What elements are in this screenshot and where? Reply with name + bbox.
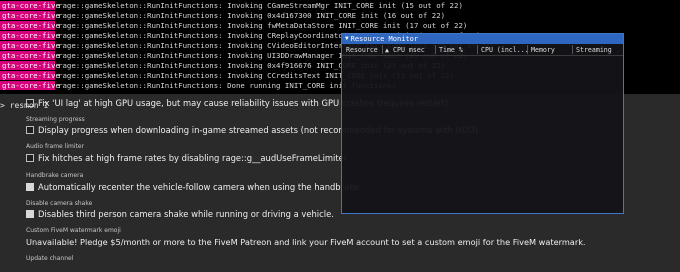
settings-category-label: Custom FiveM watermark emoji xyxy=(26,227,121,234)
log-channel-tag: gta-core-five xyxy=(0,1,60,10)
log-channel-tag: gta-core-five xyxy=(0,61,60,70)
collapse-triangle-icon[interactable]: ▼ xyxy=(345,34,349,44)
resource-monitor-window[interactable]: ▼ Resource Monitor Resource ▲ CPU msec T… xyxy=(341,33,624,214)
column-time-percent[interactable]: Time % xyxy=(439,46,463,54)
console-log-line: gta-core-fiverage::gameSkeleton::RunInit… xyxy=(0,1,463,10)
resource-monitor-table-header: Resource ▲ CPU msec Time % CPU (incl... … xyxy=(342,44,623,56)
settings-checkbox-option[interactable]: Fix hitches at high frame rates by disab… xyxy=(26,153,347,163)
column-streaming[interactable]: Streaming xyxy=(576,46,612,54)
watermark-unavailable-notice: Unavailable! Pledge $5/month or more to … xyxy=(26,237,586,247)
resource-monitor-table-body xyxy=(342,56,623,213)
log-channel-tag: gta-core-five xyxy=(0,11,60,20)
column-divider[interactable] xyxy=(382,45,383,54)
settings-checkbox-option[interactable]: Disables third person camera shake while… xyxy=(26,209,334,219)
console-log-line: gta-core-fiverage::gameSkeleton::RunInit… xyxy=(0,11,445,20)
column-cpu-msec[interactable]: CPU msec xyxy=(393,46,425,54)
column-divider[interactable] xyxy=(572,45,573,54)
log-message: rage::gameSkeleton::RunInitFunctions: In… xyxy=(58,1,463,10)
settings-category-label: Streaming progress xyxy=(26,116,85,123)
settings-checkbox-option[interactable]: Automatically recenter the vehicle-follo… xyxy=(26,182,359,192)
checkbox-checked[interactable] xyxy=(26,210,34,218)
column-resource[interactable]: Resource xyxy=(346,46,378,54)
column-divider[interactable] xyxy=(435,45,436,54)
console-log-line: gta-core-fiverage::gameSkeleton::RunInit… xyxy=(0,81,396,90)
checkbox-label: Automatically recenter the vehicle-follo… xyxy=(38,182,359,192)
checkbox-label: Fix hitches at high frame rates by disab… xyxy=(38,153,348,163)
console-input-value: resmon 1 xyxy=(9,101,49,110)
log-channel-tag: gta-core-five xyxy=(0,81,60,90)
settings-category-label: Handbrake camera xyxy=(26,172,84,179)
settings-category-label: Disable camera shake xyxy=(26,200,93,207)
log-channel-tag: gta-core-five xyxy=(0,71,60,80)
checkbox-unchecked[interactable] xyxy=(26,154,34,162)
console-prompt-icon: > xyxy=(0,101,10,110)
column-divider[interactable] xyxy=(477,45,478,54)
settings-category-label: Update channel xyxy=(26,255,74,262)
log-message: rage::gameSkeleton::RunInitFunctions: In… xyxy=(58,21,468,30)
column-memory[interactable]: Memory xyxy=(531,46,555,54)
resource-monitor-title: Resource Monitor xyxy=(350,35,419,43)
log-channel-tag: gta-core-five xyxy=(0,51,60,60)
column-divider[interactable] xyxy=(527,45,528,54)
log-message: rage::gameSkeleton::RunInitFunctions: In… xyxy=(58,11,446,20)
resource-monitor-titlebar[interactable]: ▼ Resource Monitor xyxy=(342,34,623,44)
console-input[interactable]: > resmon 1 xyxy=(0,100,48,112)
checkbox-label: Disables third person camera shake while… xyxy=(38,209,334,219)
console-log-line: gta-core-fiverage::gameSkeleton::RunInit… xyxy=(0,21,467,30)
log-channel-tag: gta-core-five xyxy=(0,41,60,50)
log-channel-tag: gta-core-five xyxy=(0,31,60,40)
column-cpu-incl[interactable]: CPU (incl... xyxy=(481,46,529,54)
checkbox-checked[interactable] xyxy=(26,183,34,191)
sort-up-icon: ▲ xyxy=(385,46,389,54)
checkbox-unchecked[interactable] xyxy=(26,126,34,134)
log-channel-tag: gta-core-five xyxy=(0,21,60,30)
settings-category-label: Audio frame limiter xyxy=(26,143,85,150)
